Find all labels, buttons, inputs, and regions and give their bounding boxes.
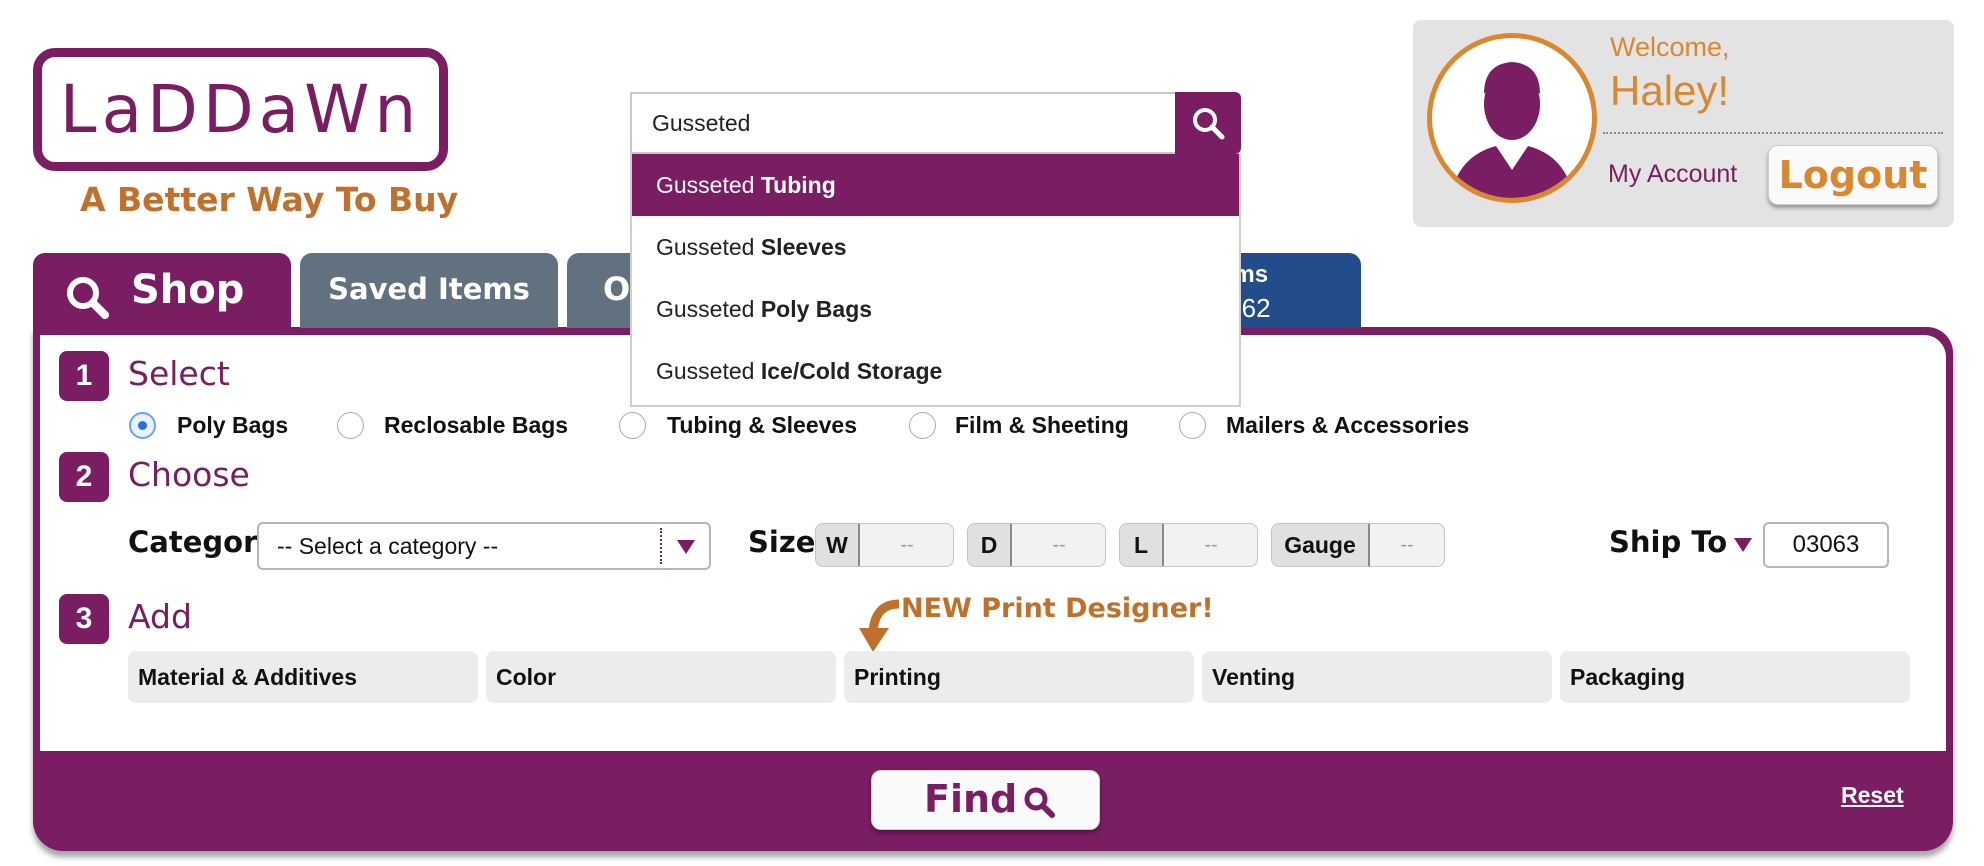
suggestion-prefix: Gusseted	[656, 358, 755, 384]
suggestion-item[interactable]: Gusseted Tubing	[632, 154, 1239, 216]
size-label: Size	[748, 525, 816, 559]
suggestion-prefix: Gusseted	[656, 172, 755, 198]
size-value: --	[900, 534, 914, 556]
radio-label[interactable]: Mailers & Accessories	[1226, 412, 1469, 439]
radio-poly-bags[interactable]	[129, 412, 156, 439]
curved-arrow-icon	[859, 599, 900, 652]
step-number: 1	[59, 351, 109, 401]
suggestion-item[interactable]: Gusseted Poly Bags	[632, 278, 1239, 340]
tagline: A Better Way To Buy	[80, 180, 459, 219]
user-silhouette-icon	[1450, 62, 1574, 198]
my-account-link[interactable]: My Account	[1608, 160, 1737, 189]
chevron-down-icon	[677, 540, 695, 554]
logo[interactable]: LaDDaWn	[33, 48, 448, 171]
suggestion-match: Sleeves	[760, 234, 847, 260]
radio-tubing-sleeves[interactable]	[619, 412, 646, 439]
size-depth-field[interactable]: D --	[967, 523, 1106, 567]
ship-to-label: Ship To	[1609, 525, 1728, 559]
chevron-down-icon[interactable]	[1734, 538, 1752, 552]
radio-mailers-accessories[interactable]	[1179, 412, 1206, 439]
size-key: L	[1120, 524, 1164, 566]
welcome-text: Welcome,	[1610, 32, 1730, 62]
radio-reclosable-bags[interactable]	[337, 412, 364, 439]
logout-button[interactable]: Logout	[1768, 145, 1938, 205]
size-gauge-field[interactable]: Gauge --	[1271, 523, 1445, 567]
step-number: 3	[59, 594, 109, 644]
select-separator	[660, 528, 662, 564]
suggestion-match: Ice/Cold Storage	[760, 358, 943, 384]
reset-link[interactable]: Reset	[1841, 782, 1904, 809]
search-input[interactable]	[630, 92, 1175, 154]
size-key: W	[816, 524, 860, 566]
addon-venting[interactable]: Venting	[1202, 651, 1552, 703]
size-value: --	[1052, 534, 1066, 556]
search-bar	[630, 92, 1241, 154]
find-button[interactable]: Find	[871, 770, 1100, 830]
ship-to-zip-input[interactable]	[1763, 522, 1889, 568]
new-print-designer-callout[interactable]: NEW Print Designer!	[901, 593, 1214, 624]
step-label: Select	[128, 354, 230, 393]
category-label: Category	[128, 525, 277, 559]
size-width-field[interactable]: W --	[815, 523, 954, 567]
suggestion-prefix: Gusseted	[656, 296, 755, 322]
step-number: 2	[59, 452, 109, 502]
radio-label[interactable]: Tubing & Sleeves	[667, 412, 857, 439]
size-value: --	[1400, 534, 1414, 556]
suggestion-item[interactable]: Gusseted Sleeves	[632, 216, 1239, 278]
search-icon	[1024, 787, 1055, 818]
radio-label[interactable]: Poly Bags	[177, 412, 288, 439]
suggestion-match: Tubing	[760, 172, 836, 198]
user-panel: Welcome, Haley! My Account Logout	[1413, 20, 1954, 227]
step-label: Add	[128, 597, 192, 636]
search-icon	[67, 277, 109, 319]
size-key: Gauge	[1272, 524, 1370, 566]
size-length-field[interactable]: L --	[1119, 523, 1258, 567]
radio-label[interactable]: Film & Sheeting	[955, 412, 1129, 439]
addon-printing[interactable]: Printing	[844, 651, 1194, 703]
find-label: Find	[924, 777, 1018, 821]
tab-shop[interactable]: Shop	[33, 253, 291, 333]
step-label: Choose	[128, 455, 250, 494]
search-icon	[1193, 108, 1225, 140]
addon-color[interactable]: Color	[486, 651, 836, 703]
suggestion-item[interactable]: Gusseted Ice/Cold Storage	[632, 340, 1239, 402]
username: Haley!	[1610, 67, 1730, 114]
tab-saved-items[interactable]: Saved Items	[300, 253, 558, 328]
suggestion-match: Poly Bags	[760, 296, 873, 322]
avatar	[1427, 33, 1597, 203]
addon-material-additives[interactable]: Material & Additives	[128, 651, 478, 703]
category-select[interactable]: -- Select a category --	[257, 522, 711, 570]
tab-label: Saved Items	[328, 272, 530, 306]
suggestion-prefix: Gusseted	[656, 234, 755, 260]
size-value: --	[1204, 534, 1218, 556]
tab-label: O	[603, 270, 631, 308]
category-value: -- Select a category --	[277, 533, 499, 559]
search-button[interactable]	[1175, 92, 1241, 154]
radio-film-sheeting[interactable]	[909, 412, 936, 439]
logo-text: LaDDaWn	[59, 71, 422, 148]
divider	[1603, 132, 1943, 134]
size-key: D	[968, 524, 1012, 566]
tab-label: Shop	[131, 267, 245, 313]
addon-packaging[interactable]: Packaging	[1560, 651, 1910, 703]
search-suggestions: Gusseted Tubing Gusseted Sleeves Gussete…	[630, 154, 1241, 407]
radio-label[interactable]: Reclosable Bags	[384, 412, 568, 439]
